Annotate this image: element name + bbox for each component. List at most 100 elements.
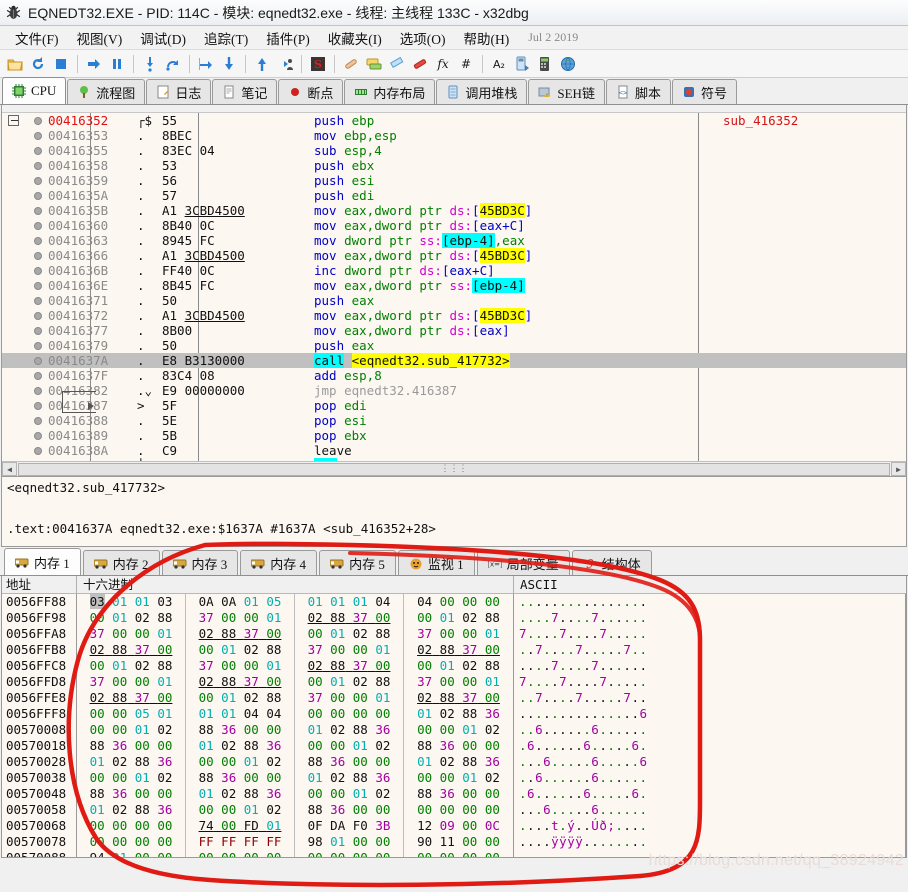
dump-hex-group[interactable]: 88 36 00 00 — [77, 738, 186, 754]
dump-byte[interactable]: 00 — [90, 818, 105, 833]
math-icon[interactable] — [534, 52, 556, 76]
dump-byte[interactable]: 37 — [353, 658, 368, 673]
dump-byte[interactable]: 01 — [353, 738, 368, 753]
dump-byte[interactable]: 01 — [157, 626, 172, 641]
dump-hex-group[interactable]: 02 88 37 00 — [77, 642, 186, 658]
dump-byte[interactable]: 88 — [199, 770, 214, 785]
dump-byte[interactable]: 00 — [90, 834, 105, 849]
dump-byte[interactable]: 05 — [135, 706, 150, 721]
dump-ascii[interactable]: ................ — [514, 594, 906, 610]
dump-byte[interactable]: 01 — [330, 626, 345, 641]
dump-byte[interactable]: 02 — [462, 610, 477, 625]
log-icon[interactable] — [363, 52, 385, 76]
dump-byte[interactable]: 37 — [308, 690, 323, 705]
dump-byte[interactable]: 01 — [462, 722, 477, 737]
breakpoint-cell[interactable] — [30, 428, 48, 443]
dump-byte[interactable]: 88 — [266, 690, 281, 705]
dump-header-hex[interactable]: 十六进制 — [77, 576, 514, 594]
dump-hex-group[interactable]: 00 00 00 00 — [295, 706, 404, 722]
dump-byte[interactable]: 00 — [157, 786, 172, 801]
dump-row[interactable]: 0057008894 01 00 0000 00 00 0000 00 00 0… — [2, 850, 906, 858]
dump-byte[interactable]: 00 — [485, 802, 500, 817]
breakpoint-dot-icon[interactable] — [34, 132, 42, 140]
breakpoint-dot-icon[interactable] — [34, 192, 42, 200]
dump-byte[interactable]: 00 — [375, 706, 390, 721]
dump-byte[interactable]: 00 — [462, 818, 477, 833]
disassembly-row[interactable]: 00416377.8B00mov eax,dword ptr ds:[eax] — [2, 323, 906, 338]
dump-byte[interactable]: 01 — [199, 786, 214, 801]
dump-byte[interactable]: 00 — [199, 802, 214, 817]
dump-byte[interactable]: 01 — [135, 594, 150, 609]
pause-icon[interactable] — [106, 52, 128, 76]
dump-byte[interactable]: 36 — [485, 706, 500, 721]
dump-ascii[interactable]: ....t.ý..Úð;.... — [514, 818, 906, 834]
dump-byte[interactable]: 00 — [353, 802, 368, 817]
dump-byte[interactable]: 02 — [135, 658, 150, 673]
breakpoint-dot-icon[interactable] — [34, 402, 42, 410]
dump-byte[interactable]: FF — [244, 834, 259, 849]
dump-byte[interactable]: 00 — [417, 658, 432, 673]
dump-byte[interactable]: 0A — [221, 594, 236, 609]
dump-byte[interactable]: 00 — [244, 722, 259, 737]
dump-hex-group[interactable]: 01 01 01 04 — [295, 594, 404, 610]
dump-hex-group[interactable]: 00 00 01 02 — [295, 786, 404, 802]
dump-byte[interactable]: 0A — [199, 594, 214, 609]
dump-byte[interactable]: 00 — [308, 786, 323, 801]
dump-byte[interactable]: 37 — [308, 642, 323, 657]
dump-byte[interactable]: 36 — [485, 754, 500, 769]
dump-byte[interactable]: 02 — [330, 722, 345, 737]
dump-byte[interactable]: 00 — [330, 690, 345, 705]
dump-byte[interactable]: 00 — [90, 610, 105, 625]
dump-byte[interactable]: 88 — [308, 754, 323, 769]
dump-byte[interactable]: 02 — [266, 754, 281, 769]
disassembly-row[interactable]: 00416372.A1 3CBD4500mov eax,dword ptr ds… — [2, 308, 906, 323]
dump-byte[interactable]: 00 — [485, 786, 500, 801]
disassembly-hscrollbar[interactable]: ◀ ⋮⋮⋮ ▶ — [2, 461, 906, 476]
disassembly-row[interactable]: 00416389.5Bpop ebx — [2, 428, 906, 443]
dump-byte[interactable]: 88 — [440, 642, 455, 657]
dump-ascii[interactable]: ..6......6...... — [514, 722, 906, 738]
dump-hex-group[interactable]: 02 88 37 00 — [295, 658, 404, 674]
dump-row[interactable]: 0057003800 00 01 0288 36 00 0001 02 88 3… — [2, 770, 906, 786]
breakpoint-cell[interactable] — [30, 293, 48, 308]
dump-byte[interactable]: 01 — [244, 754, 259, 769]
dump-byte[interactable]: 88 — [90, 738, 105, 753]
dump-byte[interactable]: 36 — [375, 722, 390, 737]
dump-byte[interactable]: 37 — [244, 674, 259, 689]
disassembly-row[interactable]: 00416371.50push eax — [2, 293, 906, 308]
menu-favourites[interactable]: 收藏夹(I) — [319, 26, 391, 50]
dump-byte[interactable]: 88 — [112, 690, 127, 705]
dump-row[interactable]: 0057006800 00 00 0074 00 FD 010F DA F0 3… — [2, 818, 906, 834]
dump-byte[interactable]: 02 — [266, 802, 281, 817]
disassembly-row[interactable]: 00416382.⌄E9 00000000jmp eqnedt32.416387 — [2, 383, 906, 398]
breakpoint-dot-icon[interactable] — [34, 357, 42, 365]
dump-byte[interactable]: 88 — [353, 722, 368, 737]
dump-hex-group[interactable]: 00 01 02 88 — [77, 658, 186, 674]
dump-byte[interactable]: 01 — [199, 738, 214, 753]
dump-byte[interactable]: 11 — [440, 834, 455, 849]
disassembly-row[interactable]: 0041636E.8B45 FCmov eax,dword ptr ss:[eb… — [2, 278, 906, 293]
dump-row[interactable]: 0057004888 36 00 0001 02 88 3600 00 01 0… — [2, 786, 906, 802]
dump-byte[interactable]: 01 — [308, 770, 323, 785]
dump-byte[interactable]: 88 — [199, 722, 214, 737]
breakpoint-cell[interactable] — [30, 383, 48, 398]
dump-byte[interactable]: 88 — [157, 658, 172, 673]
dump-byte[interactable]: 00 — [157, 834, 172, 849]
dump-hex-group[interactable]: 00 00 01 02 — [186, 754, 295, 770]
dump-byte[interactable]: 88 — [375, 626, 390, 641]
dump-byte[interactable]: 03 — [90, 594, 105, 609]
dump-hex-group[interactable]: 88 36 00 00 — [404, 786, 513, 802]
tab-seh[interactable]: ! SEH链 — [528, 79, 605, 104]
dump-byte[interactable]: 01 — [375, 642, 390, 657]
dump-hex-group[interactable]: 00 01 02 88 — [77, 610, 186, 626]
dump-byte[interactable]: 88 — [353, 770, 368, 785]
dump-hex-group[interactable]: 88 36 00 00 — [295, 802, 404, 818]
dump-byte[interactable]: 88 — [157, 610, 172, 625]
dump-row[interactable]: 0056FFB802 88 37 0000 01 02 8837 00 00 0… — [2, 642, 906, 658]
disassembly-row[interactable]: 0041637A.E8 B3130000call <eqnedt32.sub_4… — [2, 353, 906, 368]
dump-byte[interactable]: 00 — [199, 754, 214, 769]
disassembly-row[interactable]: 00416366.A1 3CBD4500mov eax,dword ptr ds… — [2, 248, 906, 263]
dump-byte[interactable]: 36 — [440, 786, 455, 801]
dump-byte[interactable]: 3B — [375, 818, 390, 833]
dump-hex-group[interactable]: 94 01 00 00 — [77, 850, 186, 858]
